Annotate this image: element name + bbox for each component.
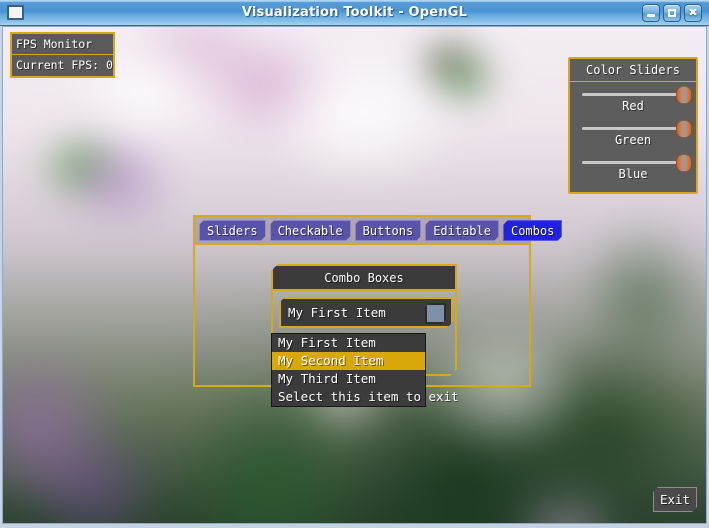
slider-track-red[interactable] [582, 93, 688, 96]
dropdown-button-icon[interactable] [425, 303, 446, 324]
combo-box-closed[interactable]: My First Item [279, 297, 453, 328]
application-window: Visualization Toolkit - OpenGL ✖ FPS Mon… [0, 0, 709, 528]
slider-label-red: Red [622, 99, 644, 113]
slider-label-green: Green [614, 133, 652, 147]
maximize-icon [668, 9, 676, 17]
window-icon [7, 5, 24, 20]
tab-buttons[interactable]: Buttons [355, 220, 422, 241]
minimize-button[interactable] [642, 4, 660, 22]
tab-checkable[interactable]: Checkable [270, 220, 351, 241]
close-button[interactable]: ✖ [684, 4, 702, 22]
slider-row-green[interactable]: Green [570, 117, 696, 155]
slider-row-blue[interactable]: Blue [570, 151, 696, 189]
minimize-icon [647, 14, 655, 17]
color-sliders-panel: Color Sliders Red Green Blue [568, 57, 698, 194]
title-bar-highlight [0, 0, 709, 2]
fps-monitor-value: Current FPS: 0 [16, 58, 113, 72]
fps-monitor-title: FPS Monitor [12, 34, 113, 55]
tab-sliders[interactable]: Sliders [199, 220, 266, 241]
fps-monitor-panel: FPS Monitor Current FPS: 0 [10, 32, 115, 78]
maximize-button[interactable] [663, 4, 681, 22]
combo-option-my-first-item[interactable]: My First Item [272, 334, 425, 352]
slider-track-blue[interactable] [582, 161, 688, 164]
tab-combos[interactable]: Combos [503, 220, 562, 241]
exit-button[interactable]: Exit [653, 487, 697, 512]
title-bar[interactable]: Visualization Toolkit - OpenGL ✖ [0, 0, 709, 26]
window-bottom-edge [0, 524, 709, 528]
slider-row-red[interactable]: Red [570, 83, 696, 121]
window-title: Visualization Toolkit - OpenGL [241, 5, 468, 20]
slider-track-green[interactable] [582, 127, 688, 130]
combo-boxes-title: Combo Boxes [273, 266, 455, 291]
combo-option-select-this-item-to-exit[interactable]: Select this item to exit [272, 388, 459, 406]
combo-option-my-second-item[interactable]: My Second Item [272, 352, 425, 370]
color-sliders-title: Color Sliders [570, 59, 696, 82]
tab-bar: Sliders Checkable Buttons Editable Combo… [195, 217, 529, 245]
slider-label-blue: Blue [618, 167, 648, 181]
close-icon: ✖ [688, 6, 698, 19]
tab-editable[interactable]: Editable [425, 220, 499, 241]
combo-selected-value: My First Item [288, 305, 386, 320]
render-viewport[interactable]: FPS Monitor Current FPS: 0 Color Sliders… [2, 26, 707, 524]
combo-option-my-third-item[interactable]: My Third Item [272, 370, 425, 388]
combo-dropdown-list[interactable]: My First Item My Second Item My Third It… [271, 333, 459, 407]
